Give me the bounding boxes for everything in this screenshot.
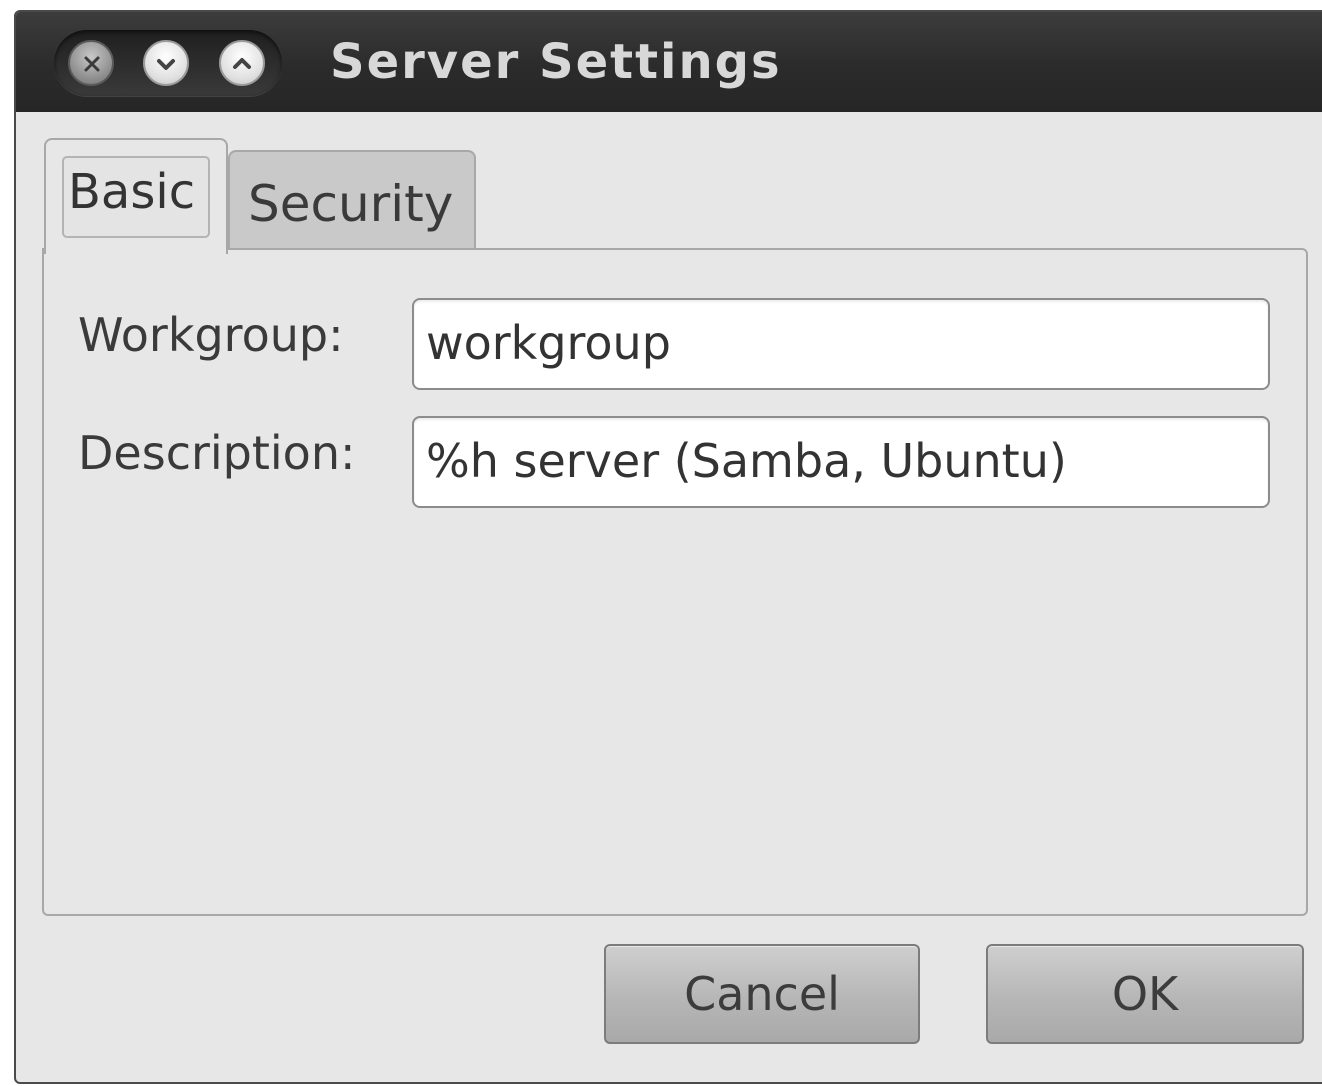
close-icon[interactable] [68,40,114,86]
ok-button[interactable]: OK [986,944,1304,1044]
tab-security-label: Security [248,175,454,233]
description-label: Description: [78,426,356,480]
tab-security[interactable]: Security [228,150,476,250]
tab-basic[interactable]: Basic [44,138,228,254]
tab-panel-basic: Workgroup: workgroup Description: %h ser… [42,248,1308,916]
tab-basic-label: Basic [68,164,196,220]
minimize-icon[interactable] [143,40,189,86]
server-settings-window: Server Settings Basic Security Workgroup… [14,10,1322,1084]
window-controls [54,30,282,96]
description-field[interactable]: %h server (Samba, Ubuntu) [412,416,1270,508]
window-title: Server Settings [330,34,782,90]
cancel-button[interactable]: Cancel [604,944,920,1044]
workgroup-label: Workgroup: [78,308,344,362]
maximize-icon[interactable] [219,40,265,86]
workgroup-field[interactable]: workgroup [412,298,1270,390]
title-bar[interactable]: Server Settings [16,12,1322,112]
